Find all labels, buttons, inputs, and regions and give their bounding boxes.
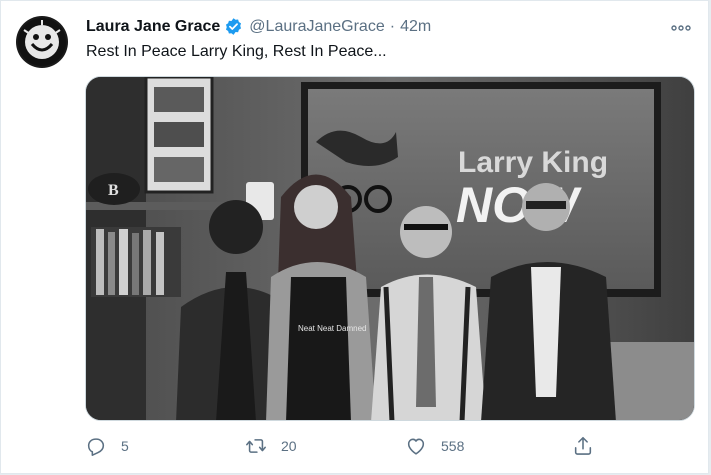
- author-handle[interactable]: @LauraJaneGrace: [249, 18, 384, 36]
- tweet-header: Laura Jane Grace @LauraJaneGrace · 42m: [86, 17, 688, 36]
- tweet-photo[interactable]: B Larry King NOW Neat Neat Damned: [85, 76, 695, 421]
- avatar[interactable]: [16, 16, 68, 68]
- author-name[interactable]: Laura Jane Grace: [86, 18, 220, 36]
- like-button[interactable]: 558: [405, 431, 464, 461]
- like-count: 558: [441, 438, 465, 454]
- retweet-icon: [246, 439, 266, 453]
- reply-icon: [87, 438, 105, 456]
- retweet-count: 20: [281, 438, 297, 454]
- separator-dot: ·: [389, 17, 396, 35]
- heart-icon: [407, 438, 425, 455]
- tweet-card[interactable]: Laura Jane Grace @LauraJaneGrace · 42m R…: [0, 0, 709, 474]
- smiley-logo-icon: [18, 18, 66, 66]
- retweet-button[interactable]: 20: [245, 431, 297, 461]
- sign-title: Larry King: [458, 146, 608, 179]
- shirt-text: Neat Neat Damned: [298, 324, 366, 333]
- verified-badge-icon: [224, 17, 243, 36]
- reply-count: 5: [121, 438, 129, 454]
- photo-scene: B Larry King NOW Neat Neat Damned: [86, 77, 694, 420]
- cap-letter: B: [108, 182, 119, 199]
- timestamp[interactable]: 42m: [400, 18, 431, 36]
- reply-button[interactable]: 5: [85, 431, 129, 461]
- tweet-actions: 5 20 558: [85, 431, 605, 461]
- more-options-icon[interactable]: [668, 15, 694, 41]
- share-icon: [574, 436, 592, 455]
- tweet-text: Rest In Peace Larry King, Rest In Peace.…: [86, 43, 387, 60]
- share-button[interactable]: [572, 431, 594, 461]
